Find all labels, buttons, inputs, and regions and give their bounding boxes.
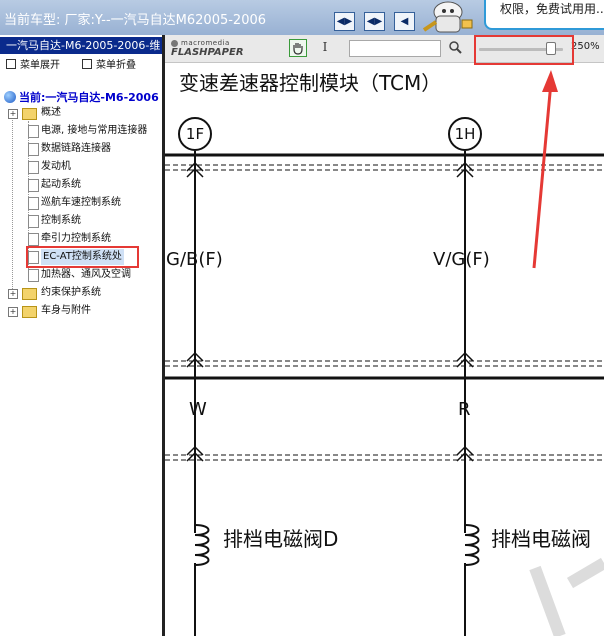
document-icon bbox=[28, 233, 39, 246]
solenoid-label: 排档电磁阀 bbox=[491, 527, 591, 551]
tree-item-label: 加热器、通风及空调 bbox=[41, 269, 131, 280]
wire-color-label: G/B(F) bbox=[166, 249, 223, 270]
document-icon bbox=[28, 179, 39, 192]
zoom-highlight-box bbox=[474, 35, 574, 65]
tree-item-control[interactable]: 控制系统 bbox=[0, 213, 163, 229]
tree-item-hvac[interactable]: 加热器、通风及空调 bbox=[0, 267, 163, 283]
top-banner: 当前车型: 厂家:Y--一汽马自达M62005-2006 ◀▶ ◀▶ ◀ 权限，… bbox=[0, 0, 604, 36]
document-icon bbox=[28, 215, 39, 228]
current-node-label: 当前:一汽马自达-M6-2006 bbox=[19, 91, 159, 104]
document-icon bbox=[28, 161, 39, 174]
nav-icon-b: ◀▶ bbox=[366, 16, 383, 27]
tree-item-label: 电源, 接地与常用连接器 bbox=[41, 125, 148, 136]
find-input[interactable] bbox=[349, 40, 441, 57]
solenoid-coil-2 bbox=[464, 524, 480, 566]
collapse-icon bbox=[82, 59, 92, 69]
tree-item-label: 约束保护系统 bbox=[41, 287, 101, 298]
nav-icon-c: ◀ bbox=[400, 16, 409, 27]
folder-icon bbox=[22, 108, 37, 120]
zoom-percent: 250% bbox=[571, 41, 600, 52]
tree-item-label: 牵引力控制系统 bbox=[41, 233, 111, 244]
tree-item-engine[interactable]: 发动机 bbox=[0, 159, 163, 175]
tree-item-label: 巡航车速控制系统 bbox=[41, 197, 121, 208]
document-view[interactable]: 变速差速器控制模块（TCM） 1F 1H G/B(F) V/G(F) W R 排… bbox=[165, 63, 604, 636]
wire-color-label: R bbox=[458, 399, 471, 420]
selection-highlight-box bbox=[26, 246, 139, 268]
tree-item-label: 数据链路连接器 bbox=[41, 143, 111, 154]
tree-item-label: 发动机 bbox=[41, 161, 71, 172]
watermark-stroke bbox=[529, 557, 604, 636]
promo-bubble: 权限，免费试用用... bbox=[484, 0, 604, 30]
folder-icon bbox=[22, 306, 37, 318]
expand-plus-icon[interactable]: + bbox=[8, 109, 18, 119]
tree-item-overview[interactable]: + 概述 bbox=[0, 105, 163, 121]
wire-color-label: W bbox=[189, 399, 207, 420]
tree-item-label: 起动系统 bbox=[41, 179, 81, 190]
tree-item-label: 车身与附件 bbox=[41, 305, 91, 316]
expand-plus-icon[interactable]: + bbox=[8, 289, 18, 299]
expand-menu-label: 菜单展开 bbox=[20, 60, 60, 71]
nav-button-1[interactable]: ◀▶ bbox=[334, 12, 355, 31]
vehicle-title: 当前车型: 厂家:Y--一汽马自达M62005-2006 bbox=[4, 13, 267, 28]
tree-item-body[interactable]: + 车身与附件 bbox=[0, 303, 163, 319]
hand-icon bbox=[293, 43, 303, 55]
text-tool-button[interactable]: I bbox=[316, 39, 334, 57]
brand-top: macromedia bbox=[181, 39, 230, 47]
document-icon bbox=[28, 197, 39, 210]
tree-item-label: 控制系统 bbox=[41, 215, 81, 226]
connector-1h: 1H bbox=[448, 117, 482, 151]
tree-item-cruise[interactable]: 巡航车速控制系统 bbox=[0, 195, 163, 211]
nav-button-2[interactable]: ◀▶ bbox=[364, 12, 385, 31]
solenoid-label: 排档电磁阀D bbox=[223, 527, 339, 551]
tree-item-traction[interactable]: 牵引力控制系统 bbox=[0, 231, 163, 247]
tree-item-label: 概述 bbox=[41, 107, 61, 118]
left-panel: 一汽马自达-M6-2005-2006-维 菜单展开 菜单折叠 当前:一汽马自达-… bbox=[0, 35, 163, 636]
flashpaper-logo: macromedia FLASHPAPER bbox=[171, 39, 244, 58]
connector-1f: 1F bbox=[178, 117, 212, 151]
manual-header[interactable]: 一汽马自达-M6-2005-2006-维 bbox=[0, 37, 163, 54]
tree-item-starting[interactable]: 起动系统 bbox=[0, 177, 163, 193]
magnifier-icon bbox=[449, 41, 462, 54]
nav-button-3[interactable]: ◀ bbox=[394, 12, 415, 31]
folder-icon bbox=[22, 288, 37, 300]
expand-icon bbox=[6, 59, 16, 69]
expand-plus-icon[interactable]: + bbox=[8, 307, 18, 317]
brand-bottom: FLASHPAPER bbox=[171, 47, 244, 58]
mascot-icon bbox=[422, 1, 473, 33]
hand-tool-button[interactable] bbox=[289, 39, 307, 57]
document-icon bbox=[28, 125, 39, 138]
text-cursor-icon: I bbox=[322, 40, 328, 54]
solenoid-coil-1 bbox=[194, 524, 210, 566]
current-node[interactable]: 当前:一汽马自达-M6-2006 bbox=[4, 89, 159, 105]
expand-menu-button[interactable]: 菜单展开 bbox=[6, 56, 60, 71]
document-icon bbox=[28, 143, 39, 156]
macromedia-logo-icon bbox=[171, 40, 178, 47]
nav-icon-a: ◀▶ bbox=[336, 16, 353, 27]
tree-item-power[interactable]: 电源, 接地与常用连接器 bbox=[0, 123, 163, 139]
document-icon bbox=[28, 269, 39, 282]
wire-color-label: V/G(F) bbox=[433, 249, 490, 270]
tree-item-data-link[interactable]: 数据链路连接器 bbox=[0, 141, 163, 157]
tree-item-restraint[interactable]: + 约束保护系统 bbox=[0, 285, 163, 301]
collapse-menu-label: 菜单折叠 bbox=[96, 60, 136, 71]
globe-icon bbox=[4, 91, 16, 103]
search-button[interactable] bbox=[446, 39, 464, 57]
collapse-menu-button[interactable]: 菜单折叠 bbox=[82, 56, 136, 71]
